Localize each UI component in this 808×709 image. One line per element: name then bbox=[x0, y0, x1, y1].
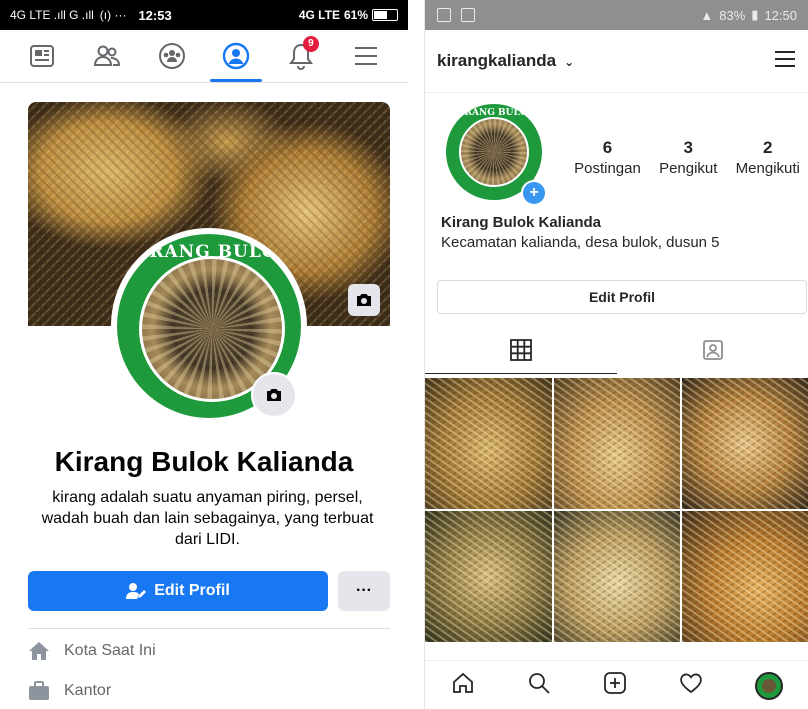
post-thumbnail[interactable] bbox=[682, 511, 808, 642]
nav-home[interactable] bbox=[451, 671, 475, 700]
post-thumbnail[interactable] bbox=[425, 511, 552, 642]
home-icon bbox=[453, 672, 473, 693]
battery-icon: ▮ bbox=[751, 7, 759, 22]
signal-icon: ▲ bbox=[700, 7, 714, 23]
edit-profile-picture-button[interactable] bbox=[251, 372, 297, 418]
posts-grid bbox=[425, 378, 808, 642]
status-time: 12:53 bbox=[138, 7, 172, 23]
camera-icon bbox=[357, 294, 371, 306]
options-menu-button[interactable] bbox=[773, 49, 797, 74]
edit-profile-button[interactable]: Edit Profil bbox=[28, 571, 328, 611]
add-story-button[interactable]: + bbox=[521, 180, 547, 206]
bottom-navigation bbox=[425, 660, 808, 709]
stat-posts[interactable]: 6 Postingan bbox=[574, 138, 641, 177]
profile-bio: Kecamatan kalianda, desa bulok, dusun 5 bbox=[441, 234, 720, 251]
stat-number: 2 bbox=[763, 138, 773, 157]
edit-cover-button[interactable] bbox=[348, 284, 380, 316]
stat-followers[interactable]: 3 Pengikut bbox=[659, 138, 717, 177]
stat-label: Pengikut bbox=[659, 160, 718, 177]
heart-icon bbox=[680, 673, 702, 694]
add-post-icon bbox=[604, 672, 626, 694]
status-extra: (ı) ··· bbox=[99, 8, 127, 22]
hamburger-menu-icon bbox=[775, 50, 795, 67]
edit-user-icon bbox=[126, 583, 147, 599]
logo-basket-image bbox=[459, 117, 529, 187]
nav-activity[interactable] bbox=[679, 671, 703, 700]
post-thumbnail[interactable] bbox=[682, 378, 808, 509]
status-bar: ▲ 83% ▮ 12:50 bbox=[425, 0, 808, 30]
top-navigation: 9 bbox=[0, 30, 408, 83]
stat-number: 6 bbox=[602, 138, 613, 157]
full-name: Kirang Bulok Kalianda bbox=[441, 214, 602, 231]
tab-menu[interactable] bbox=[348, 38, 384, 74]
news-feed-icon bbox=[30, 45, 55, 67]
gallery-icon bbox=[461, 8, 475, 22]
network-type: 4G LTE bbox=[298, 8, 340, 22]
info-label: Kantor bbox=[64, 682, 112, 699]
hamburger-menu-icon bbox=[354, 47, 377, 65]
profile-bio: kirang adalah suatu anyaman piring, pers… bbox=[41, 489, 374, 548]
chevron-down-icon: ⌄ bbox=[564, 55, 575, 69]
info-workplace[interactable]: Kantor bbox=[28, 681, 111, 701]
search-icon bbox=[529, 673, 550, 694]
status-time: 12:50 bbox=[764, 7, 797, 23]
info-current-city[interactable]: Kota Saat Ini bbox=[28, 641, 156, 661]
profile-header: kirangkalianda ⌄ bbox=[425, 30, 808, 93]
notification-badge: 9 bbox=[302, 36, 319, 52]
stat-label: Postingan bbox=[574, 160, 641, 177]
battery-icon bbox=[372, 9, 398, 21]
profile-stats: 6 Postingan 3 Pengikut 2 Mengikuti bbox=[565, 138, 808, 177]
tab-profile[interactable] bbox=[210, 38, 263, 82]
nav-profile-avatar[interactable] bbox=[755, 671, 783, 700]
info-label: Kota Saat Ini bbox=[64, 642, 156, 659]
nav-new-post[interactable] bbox=[603, 671, 627, 700]
battery-percent: 83% bbox=[719, 7, 746, 23]
username: kirangkalianda bbox=[437, 51, 557, 70]
stat-number: 3 bbox=[683, 138, 693, 157]
camera-icon bbox=[267, 389, 281, 401]
edit-profile-label: Edit Profil bbox=[154, 582, 230, 599]
friends-icon bbox=[93, 45, 120, 66]
tab-news-feed[interactable] bbox=[24, 38, 60, 74]
status-bar: 4G LTE .ıll G .ıll (ı) ··· 12:53 4G LTE … bbox=[0, 0, 408, 30]
profile-name: Kirang Bulok Kalianda bbox=[54, 446, 354, 477]
tagged-person-icon bbox=[703, 340, 723, 360]
stat-following[interactable]: 2 Mengikuti bbox=[736, 138, 800, 177]
house-icon bbox=[29, 642, 49, 660]
account-switcher[interactable]: kirangkalianda ⌄ bbox=[437, 51, 574, 71]
signal-text: 4G LTE .ıll G .ıll bbox=[10, 8, 94, 22]
edit-profile-button[interactable]: Edit Profil bbox=[437, 280, 807, 314]
tab-notifications[interactable]: 9 bbox=[283, 36, 319, 74]
stat-label: Mengikuti bbox=[735, 160, 800, 177]
post-thumbnail[interactable] bbox=[553, 378, 681, 509]
post-thumbnail[interactable] bbox=[553, 511, 681, 642]
profile-tabs bbox=[425, 326, 808, 374]
more-options-button[interactable]: ··· bbox=[338, 571, 390, 611]
tab-grid[interactable] bbox=[425, 326, 617, 374]
instagram-profile-screen: ▲ 83% ▮ 12:50 kirangkalianda ⌄ KIRANG BUL… bbox=[424, 0, 808, 709]
app-icon bbox=[437, 8, 451, 22]
grid-icon bbox=[510, 339, 532, 361]
briefcase-icon bbox=[29, 681, 49, 700]
divider bbox=[28, 628, 390, 629]
profile-icon bbox=[223, 42, 250, 70]
nav-search[interactable] bbox=[527, 671, 551, 700]
battery-percent: 61% bbox=[343, 8, 368, 22]
tab-groups[interactable] bbox=[154, 38, 190, 74]
tab-tagged[interactable] bbox=[617, 326, 808, 374]
tab-friends[interactable] bbox=[89, 38, 125, 74]
facebook-profile-screen: 4G LTE .ıll G .ıll (ı) ··· 12:53 4G LTE … bbox=[0, 0, 408, 709]
post-thumbnail[interactable] bbox=[425, 378, 552, 509]
groups-icon bbox=[158, 43, 185, 69]
